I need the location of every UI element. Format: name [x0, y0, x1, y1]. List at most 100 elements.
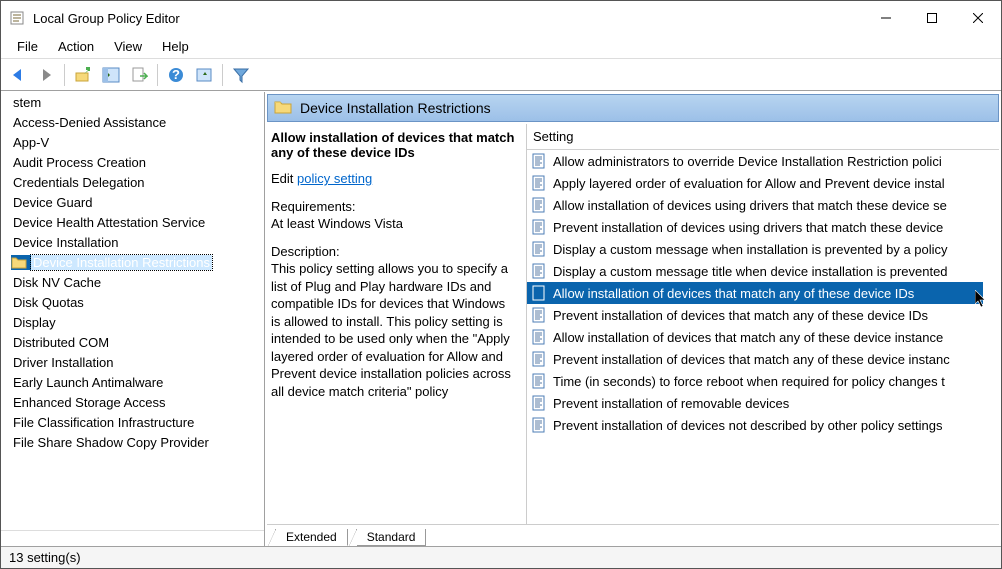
- setting-row[interactable]: Allow installation of devices that match…: [527, 326, 983, 348]
- policy-setting-icon: [531, 373, 547, 389]
- description-pane: Allow installation of devices that match…: [267, 124, 527, 524]
- tree-vertical-scrollbar[interactable]: [248, 92, 264, 514]
- policy-setting-icon: [531, 197, 547, 213]
- menu-action[interactable]: Action: [48, 35, 104, 58]
- svg-text:?: ?: [172, 67, 180, 82]
- tree-item[interactable]: stem: [1, 92, 248, 112]
- policy-setting-icon: [531, 175, 547, 191]
- tree-item[interactable]: Disk Quotas: [1, 292, 248, 312]
- setting-row[interactable]: Allow installation of devices using driv…: [527, 194, 983, 216]
- list-vertical-scrollbar[interactable]: [983, 150, 999, 508]
- tab-extended[interactable]: Extended: [275, 529, 348, 546]
- policy-setting-icon: [531, 417, 547, 433]
- status-text: 13 setting(s): [9, 550, 81, 565]
- menu-file[interactable]: File: [7, 35, 48, 58]
- setting-label: Prevent installation of devices that mat…: [553, 308, 928, 323]
- setting-label: Allow installation of devices using driv…: [553, 198, 947, 213]
- policy-setting-icon: [531, 285, 547, 301]
- tree-item[interactable]: Enhanced Storage Access: [1, 392, 248, 412]
- setting-row[interactable]: Display a custom message when installati…: [527, 238, 983, 260]
- menu-view[interactable]: View: [104, 35, 152, 58]
- policy-setting-icon: [531, 153, 547, 169]
- close-button[interactable]: [955, 1, 1001, 35]
- tree-item[interactable]: Device Installation: [1, 232, 248, 252]
- tree-item[interactable]: Distributed COM: [1, 332, 248, 352]
- setting-label: Prevent installation of devices not desc…: [553, 418, 943, 433]
- policy-setting-icon: [531, 219, 547, 235]
- setting-row[interactable]: Prevent installation of devices that mat…: [527, 304, 983, 326]
- tree-horizontal-scrollbar[interactable]: [1, 530, 264, 546]
- setting-row[interactable]: Display a custom message title when devi…: [527, 260, 983, 282]
- forward-button[interactable]: [33, 62, 59, 88]
- tree-item[interactable]: Audit Process Creation: [1, 152, 248, 172]
- setting-row[interactable]: Allow installation of devices that match…: [527, 282, 983, 304]
- filter-button[interactable]: [228, 62, 254, 88]
- tree-item[interactable]: Disk NV Cache: [1, 272, 248, 292]
- export-list-button[interactable]: [126, 62, 152, 88]
- tree-item[interactable]: Display: [1, 312, 248, 332]
- description-body: This policy setting allows you to specif…: [271, 261, 511, 399]
- description-heading: Description:: [271, 244, 340, 259]
- setting-label: Time (in seconds) to force reboot when r…: [553, 374, 945, 389]
- setting-label: Allow installation of devices that match…: [553, 330, 943, 345]
- list-horizontal-scrollbar[interactable]: [527, 508, 983, 524]
- policy-setting-icon: [531, 329, 547, 345]
- selected-setting-title: Allow installation of devices that match…: [271, 130, 518, 160]
- edit-label: Edit: [271, 171, 293, 186]
- tree-item[interactable]: Access-Denied Assistance: [1, 112, 248, 132]
- setting-row[interactable]: Allow administrators to override Device …: [527, 150, 983, 172]
- policy-setting-icon: [531, 351, 547, 367]
- folder-icon: [274, 99, 292, 117]
- setting-label: Apply layered order of evaluation for Al…: [553, 176, 945, 191]
- setting-row[interactable]: Prevent installation of devices not desc…: [527, 414, 983, 436]
- tree-item[interactable]: Credentials Delegation: [1, 172, 248, 192]
- policy-setting-icon: [531, 263, 547, 279]
- tree-item[interactable]: Device Health Attestation Service: [1, 212, 248, 232]
- setting-row[interactable]: Prevent installation of removable device…: [527, 392, 983, 414]
- setting-label: Allow administrators to override Device …: [553, 154, 942, 169]
- content-header-title: Device Installation Restrictions: [300, 100, 491, 116]
- app-icon: [9, 10, 25, 26]
- content-pane: Device Installation Restrictions Allow i…: [265, 92, 1001, 546]
- requirements-heading: Requirements:: [271, 199, 356, 214]
- setting-label: Prevent installation of removable device…: [553, 396, 789, 411]
- setting-row[interactable]: Prevent installation of devices using dr…: [527, 216, 983, 238]
- policy-setting-icon: [531, 241, 547, 257]
- setting-row[interactable]: Prevent installation of devices that mat…: [527, 348, 983, 370]
- show-hide-tree-button[interactable]: [98, 62, 124, 88]
- tree-pane: stemAccess-Denied AssistanceApp-VAudit P…: [1, 92, 265, 546]
- policy-setting-icon: [531, 395, 547, 411]
- setting-label: Prevent installation of devices that mat…: [553, 352, 950, 367]
- menu-help[interactable]: Help: [152, 35, 199, 58]
- window-title: Local Group Policy Editor: [33, 11, 180, 26]
- settings-list-pane: Setting Allow administrators to override…: [527, 124, 999, 524]
- tree-item[interactable]: Device Guard: [1, 192, 248, 212]
- tree-item[interactable]: Device Installation Restrictions: [1, 252, 248, 272]
- view-tabs: Extended Standard: [267, 524, 999, 546]
- status-bar: 13 setting(s): [1, 546, 1001, 568]
- title-bar: Local Group Policy Editor: [1, 1, 1001, 35]
- setting-label: Allow installation of devices that match…: [553, 286, 914, 301]
- help-button[interactable]: ?: [163, 62, 189, 88]
- minimize-button[interactable]: [863, 1, 909, 35]
- requirements-body: At least Windows Vista: [271, 216, 403, 231]
- tree-item[interactable]: File Classification Infrastructure: [1, 412, 248, 432]
- up-level-button[interactable]: [70, 62, 96, 88]
- tree-item[interactable]: Early Launch Antimalware: [1, 372, 248, 392]
- tree-item[interactable]: Driver Installation: [1, 352, 248, 372]
- setting-row[interactable]: Apply layered order of evaluation for Al…: [527, 172, 983, 194]
- column-header-setting[interactable]: Setting: [527, 124, 999, 150]
- edit-policy-link[interactable]: policy setting: [297, 171, 372, 186]
- properties-button[interactable]: [191, 62, 217, 88]
- setting-row[interactable]: Time (in seconds) to force reboot when r…: [527, 370, 983, 392]
- menu-bar: FileActionViewHelp: [1, 35, 1001, 59]
- setting-label: Prevent installation of devices using dr…: [553, 220, 943, 235]
- tab-standard[interactable]: Standard: [356, 529, 427, 546]
- setting-label: Display a custom message title when devi…: [553, 264, 948, 279]
- main-area: stemAccess-Denied AssistanceApp-VAudit P…: [1, 91, 1001, 546]
- tree-item[interactable]: App-V: [1, 132, 248, 152]
- back-button[interactable]: [5, 62, 31, 88]
- folder-icon: [11, 256, 27, 269]
- maximize-button[interactable]: [909, 1, 955, 35]
- tree-item[interactable]: File Share Shadow Copy Provider: [1, 432, 248, 452]
